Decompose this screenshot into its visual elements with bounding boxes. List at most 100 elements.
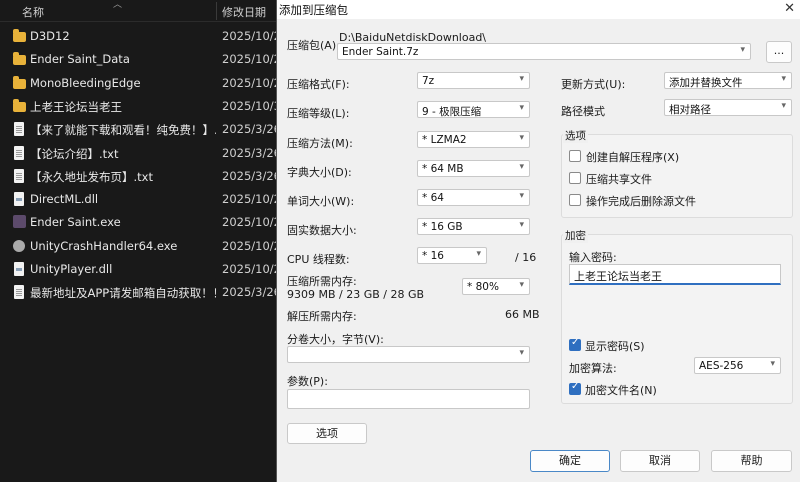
app-icon [13, 215, 26, 229]
params-input[interactable] [287, 389, 530, 409]
params-label: 参数(P): [287, 375, 328, 388]
solid-value: * 16 GB [422, 221, 463, 233]
folder-icon [13, 52, 26, 66]
word-value: * 64 [422, 192, 444, 204]
dict-combo[interactable]: * 64 MB ▾ [417, 160, 530, 177]
dll-file-icon [14, 192, 24, 207]
delete-source-checkbox[interactable] [569, 194, 581, 206]
encryption-group-title: 加密 [563, 228, 588, 243]
browse-button[interactable]: ... [766, 41, 792, 63]
file-name: 【永久地址发布页】.txt [30, 169, 153, 184]
chevron-down-icon[interactable]: ▾ [519, 74, 524, 84]
file-name: DirectML.dll [30, 192, 99, 207]
folder-icon [13, 29, 26, 42]
dict-label: 字典大小(D): [287, 166, 352, 179]
cpu-combo[interactable]: * 16 ▾ [417, 247, 487, 264]
cpu-total: / 16 [515, 251, 537, 264]
encrypt-names-checkbox[interactable] [569, 381, 581, 395]
method-value: * LZMA2 [422, 134, 467, 146]
archive-name-value: Ender Saint.7z [342, 46, 419, 58]
sfx-checkbox[interactable] [569, 150, 581, 162]
help-button[interactable]: 帮助 [711, 450, 792, 472]
format-value: 7z [422, 75, 435, 87]
format-label: 压缩格式(F): [287, 78, 350, 91]
level-combo[interactable]: 9 - 极限压缩 ▾ [417, 101, 530, 118]
mem-detail: 9309 MB / 23 GB / 28 GB [287, 288, 425, 301]
dialog-title: 添加到压缩包 [279, 3, 348, 17]
dialog-titlebar[interactable]: 添加到压缩包 ✕ [277, 0, 800, 19]
options-button[interactable]: 选项 [287, 423, 367, 444]
column-name-header[interactable]: 名称 [22, 4, 44, 20]
column-date-header[interactable]: 修改日期 [222, 4, 266, 20]
file-row[interactable]: 最新地址及APP请发邮箱自动获取！！！...2025/3/26 1 [0, 281, 292, 304]
level-label: 压缩等级(L): [287, 107, 350, 120]
file-name: D3D12 [30, 29, 70, 43]
enc-method-value: AES-256 [699, 360, 744, 372]
file-row[interactable]: UnityCrashHandler64.exe 2025/10/29 [0, 235, 288, 258]
column-separator[interactable] [216, 2, 217, 20]
file-row[interactable]: D3D12 2025/10/29 [0, 25, 288, 48]
chevron-down-icon[interactable]: ▾ [519, 191, 524, 201]
path-mode-label: 路径模式 [561, 105, 605, 118]
file-name: 最新地址及APP请发邮箱自动获取！！！... [30, 286, 216, 301]
dict-value: * 64 MB [422, 163, 464, 175]
sort-chevron-icon[interactable]: ︿ [113, 0, 122, 10]
file-row[interactable]: Ender Saint.exe 2025/10/29 [0, 211, 288, 234]
chevron-down-icon[interactable]: ▾ [519, 280, 524, 290]
file-row[interactable]: UnityPlayer.dll 2025/10/29 [0, 258, 288, 281]
solid-combo[interactable]: * 16 GB ▾ [417, 218, 530, 235]
chevron-down-icon[interactable]: ▾ [519, 133, 524, 143]
file-name: 【论坛介绍】.txt [30, 146, 119, 161]
ok-button[interactable]: 确定 [530, 450, 610, 472]
file-row[interactable]: DirectML.dll 2025/10/29 [0, 188, 288, 211]
word-label: 单词大小(W): [287, 195, 355, 208]
file-row[interactable]: Ender Saint_Data 2025/10/29 [0, 48, 288, 71]
text-file-icon [14, 285, 24, 300]
chevron-down-icon[interactable]: ▾ [519, 162, 524, 172]
chevron-down-icon[interactable]: ▾ [519, 220, 524, 230]
shared-checkbox[interactable] [569, 172, 581, 184]
folder-icon [13, 98, 26, 112]
path-mode-combo[interactable]: 相对路径 ▾ [664, 99, 792, 116]
method-combo[interactable]: * LZMA2 ▾ [417, 131, 530, 148]
decomp-label: 解压所需内存: [287, 310, 357, 323]
show-password-checkbox[interactable] [569, 337, 581, 351]
enc-method-combo[interactable]: AES-256 ▾ [694, 357, 781, 374]
level-value: 9 - 极限压缩 [422, 106, 482, 118]
sfx-label: 创建自解压程序(X) [586, 151, 680, 164]
mem-percent-combo[interactable]: * 80% ▾ [462, 278, 530, 295]
encrypt-names-label: 加密文件名(N) [585, 384, 657, 397]
cancel-button[interactable]: 取消 [620, 450, 700, 472]
password-label: 输入密码: [569, 251, 617, 264]
file-row[interactable]: 上老王论坛当老王 2025/10/30 [0, 95, 288, 118]
update-combo[interactable]: 添加并替换文件 ▾ [664, 72, 792, 89]
chevron-down-icon[interactable]: ▾ [519, 348, 524, 358]
file-row[interactable]: MonoBleedingEdge 2025/10/29 [0, 72, 288, 95]
chevron-down-icon[interactable]: ▾ [781, 101, 786, 111]
chevron-down-icon[interactable]: ▾ [476, 249, 481, 259]
chevron-down-icon[interactable]: ▾ [770, 359, 775, 369]
file-name: MonoBleedingEdge [30, 75, 141, 90]
password-input[interactable]: 上老王论坛当老王 [569, 264, 781, 285]
format-combo[interactable]: 7z ▾ [417, 72, 530, 89]
word-combo[interactable]: * 64 ▾ [417, 189, 530, 206]
file-row[interactable]: 【来了就能下载和观看！纯免费！】.txt 2025/3/26 1 [0, 118, 292, 141]
file-name: 【来了就能下载和观看！纯免费！】.txt [30, 123, 216, 138]
path-mode-value: 相对路径 [669, 104, 711, 116]
chevron-down-icon[interactable]: ▾ [740, 45, 745, 55]
update-value: 添加并替换文件 [669, 77, 743, 89]
file-row[interactable]: 【论坛介绍】.txt 2025/3/26 1 [0, 142, 292, 165]
chevron-down-icon[interactable]: ▾ [781, 74, 786, 84]
archive-name-combo[interactable]: Ender Saint.7z ▾ [337, 43, 751, 60]
chevron-down-icon[interactable]: ▾ [519, 103, 524, 113]
options-group-title: 选项 [563, 128, 588, 143]
file-name: UnityPlayer.dll [30, 262, 113, 276]
cpu-label: CPU 线程数: [287, 253, 350, 266]
solid-label: 固实数据大小: [287, 224, 357, 237]
split-combo[interactable]: ▾ [287, 346, 530, 363]
file-row[interactable]: 【永久地址发布页】.txt 2025/3/26 1 [0, 165, 292, 188]
cpu-value: * 16 [422, 250, 444, 262]
file-name: UnityCrashHandler64.exe [30, 238, 178, 253]
close-icon[interactable]: ✕ [784, 1, 795, 16]
file-name: Ender Saint_Data [30, 52, 130, 67]
